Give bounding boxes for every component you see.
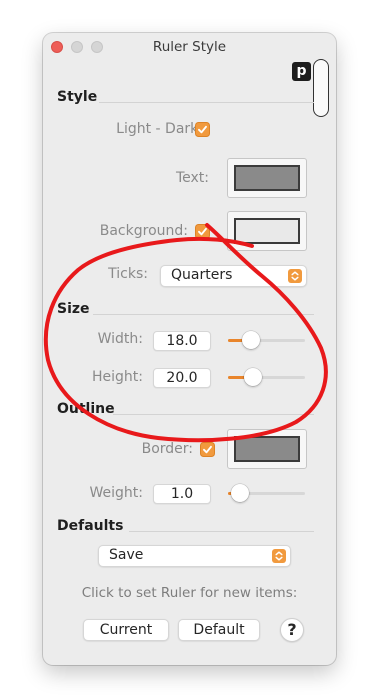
section-title-defaults: Defaults: [57, 518, 124, 534]
border-color-well[interactable]: [227, 429, 307, 469]
outline-divider: [113, 414, 314, 415]
checkmark-icon: [203, 445, 212, 454]
ruler-style-window: Ruler Style p Style Light - Dark: Text: …: [43, 33, 336, 665]
ticks-popup-value: Quarters: [171, 267, 233, 283]
height-label: Height:: [92, 369, 143, 385]
border-label: Border:: [141, 441, 193, 457]
style-divider: [99, 102, 314, 103]
vertical-scrollbar[interactable]: [313, 59, 329, 117]
section-title-style: Style: [57, 89, 98, 105]
chevron-updown-icon: [272, 549, 286, 563]
width-label: Width:: [97, 331, 143, 347]
text-color-well[interactable]: [227, 158, 307, 198]
light-dark-checkbox[interactable]: [195, 122, 210, 137]
defaults-divider: [129, 531, 314, 532]
title-bar: Ruler Style: [43, 33, 336, 61]
checkmark-icon: [198, 125, 207, 134]
light-dark-label: Light - Dark:: [116, 121, 203, 137]
section-title-outline: Outline: [57, 401, 115, 417]
background-label: Background:: [99, 223, 188, 239]
background-color-well[interactable]: [227, 211, 307, 251]
chevron-updown-icon: [288, 269, 302, 283]
text-color-label: Text:: [175, 170, 209, 186]
defaults-popup-value: Save: [109, 547, 144, 563]
default-button[interactable]: Default: [178, 619, 260, 641]
height-field[interactable]: 20.0: [153, 368, 211, 388]
height-slider-knob[interactable]: [243, 368, 262, 386]
weight-slider-knob[interactable]: [230, 484, 249, 502]
plugin-p-icon: p: [292, 62, 311, 81]
defaults-popup[interactable]: Save: [98, 545, 291, 567]
size-divider: [93, 314, 314, 315]
window-title: Ruler Style: [152, 39, 227, 55]
defaults-hint: Click to set Ruler for new items:: [81, 585, 298, 601]
border-checkbox[interactable]: [200, 442, 215, 457]
ticks-label: Ticks:: [108, 266, 148, 282]
ticks-popup[interactable]: Quarters: [160, 265, 307, 287]
weight-field[interactable]: 1.0: [153, 484, 211, 504]
current-button[interactable]: Current: [83, 619, 169, 641]
width-slider-knob[interactable]: [242, 331, 261, 349]
background-checkbox[interactable]: [195, 224, 210, 239]
text-color-swatch: [234, 165, 300, 191]
border-color-swatch: [234, 436, 300, 462]
section-title-size: Size: [57, 301, 90, 317]
background-color-swatch: [234, 218, 300, 244]
weight-label: Weight:: [89, 485, 144, 501]
width-field[interactable]: 18.0: [153, 331, 211, 351]
help-button[interactable]: ?: [280, 618, 304, 642]
checkmark-icon: [198, 227, 207, 236]
